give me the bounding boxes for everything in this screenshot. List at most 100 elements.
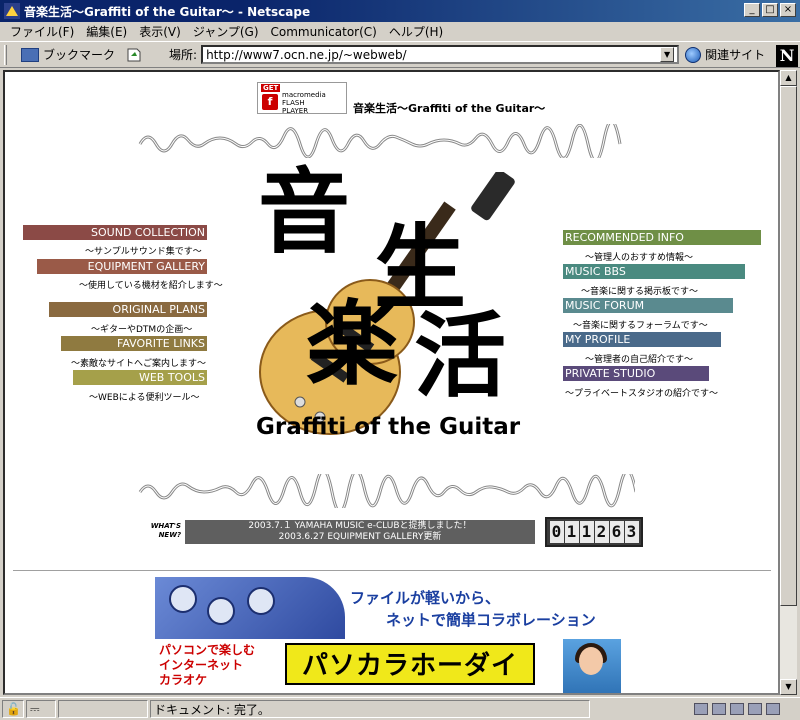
news-item[interactable]: 2003.7.１ YAMAHA MUSIC e-CLUBと提携しました！: [185, 521, 535, 532]
logo-subtitle: Graffiti of the Guitar: [256, 414, 521, 440]
graffiti-scribble-bottom: [138, 474, 635, 508]
nav-desc-sound-collection: 〜サンプルサウンド集です〜: [85, 247, 202, 257]
nav-favorite-links[interactable]: FAVORITE LINKS: [61, 336, 207, 351]
netscape-app-icon: [4, 3, 20, 19]
nav-recommended-info[interactable]: RECOMMENDED INFO: [563, 230, 761, 245]
mail-icon[interactable]: [712, 703, 726, 715]
get-flash-player-badge[interactable]: GET f macromedia FLASH PLAYER: [257, 82, 347, 115]
menu-help[interactable]: ヘルプ(H): [383, 23, 449, 40]
maximize-button[interactable]: □: [762, 3, 778, 17]
banner2-line1: パソコンで楽しむ: [159, 643, 256, 657]
bookmark-icon: [21, 47, 39, 62]
progress-bar: [58, 700, 148, 718]
location-label: 場所:: [169, 48, 198, 62]
nav-music-forum[interactable]: MUSIC FORUM: [563, 298, 733, 313]
counter-digit: 1: [579, 521, 594, 543]
connection-icon: ⎓: [26, 700, 56, 718]
menu-edit[interactable]: 編集(E): [80, 23, 133, 40]
security-lock-icon[interactable]: 🔓: [2, 700, 24, 718]
menu-file[interactable]: ファイル(F): [4, 23, 80, 40]
flash-logo-icon: f: [262, 94, 278, 110]
nav-equipment-gallery[interactable]: EQUIPMENT GALLERY: [37, 259, 207, 274]
access-counter: 0 1 1 2 6 3: [545, 517, 643, 547]
component-bar: [694, 703, 780, 715]
page-proxy-icon[interactable]: [125, 47, 143, 63]
location-toolbar: ブックマーク 場所: http://www7.ocn.ne.jp/~webweb…: [0, 41, 800, 68]
karaoke-ad-banner[interactable]: パソコンで楽しむ インターネット カラオケ パソカラホーダイ: [155, 639, 623, 693]
vertical-scrollbar[interactable]: ▲ ▼: [780, 70, 797, 695]
url-dropdown-icon[interactable]: ▼: [660, 47, 675, 62]
navigator-icon[interactable]: [694, 703, 708, 715]
banner2-tagline: パソコンで楽しむ インターネット カラオケ: [159, 643, 275, 688]
newsgroups-icon[interactable]: [730, 703, 744, 715]
menu-view[interactable]: 表示(V): [133, 23, 187, 40]
singer-face: [579, 647, 603, 675]
page-viewport: GET f macromedia FLASH PLAYER 音楽生活〜Graff…: [3, 70, 780, 695]
globe-icon: [685, 46, 702, 63]
record-button-icon: [247, 587, 275, 615]
netscape-logo[interactable]: N: [776, 45, 798, 67]
nav-desc-equipment-gallery: 〜使用している機材を紹介します〜: [79, 281, 223, 291]
nav-desc-music-bbs: 〜音楽に関する掲示板です〜: [581, 287, 699, 297]
graffiti-scribble-top: [138, 124, 622, 158]
menubar: ファイル(F) 編集(E) 表示(V) ジャンプ(G) Communicator…: [0, 22, 800, 41]
singer-photo: [563, 639, 621, 693]
counter-digit: 0: [549, 521, 564, 543]
nav-desc-original-plans: 〜ギターやDTMの企画〜: [91, 325, 193, 335]
music-player-graphic: [155, 577, 345, 639]
flash-badge-text: macromedia FLASH PLAYER: [282, 91, 326, 115]
nav-sound-collection[interactable]: SOUND COLLECTION: [23, 225, 207, 240]
play-button-icon: [169, 585, 197, 613]
nav-desc-my-profile: 〜管理者の自己紹介です〜: [585, 355, 694, 365]
nav-desc-favorite-links: 〜素敵なサイトへご案内します〜: [71, 359, 207, 369]
menu-go[interactable]: ジャンプ(G): [187, 23, 265, 40]
counter-digit: 1: [564, 521, 579, 543]
close-button[interactable]: ×: [780, 3, 796, 17]
banner1-copy: ファイルが軽いから、 ネットで簡単コラボレーション: [350, 587, 620, 631]
banner2-brand: パソカラホーダイ: [285, 643, 535, 685]
url-text: http://www7.ocn.ne.jp/~webweb/: [206, 47, 407, 62]
menu-communicator[interactable]: Communicator(C): [265, 25, 383, 39]
related-sites-button[interactable]: 関連サイト: [685, 46, 765, 63]
nav-web-tools[interactable]: WEB TOOLS: [73, 370, 207, 385]
banner2-line3: カラオケ: [159, 673, 208, 687]
news-box: 2003.7.１ YAMAHA MUSIC e-CLUBと提携しました！ 200…: [185, 520, 535, 544]
toolbar-grip[interactable]: [4, 44, 7, 65]
scroll-down-arrow-icon[interactable]: ▼: [780, 679, 797, 695]
main-logo: 音 生 楽 活 Graffiti of the Guitar: [250, 164, 540, 452]
scroll-up-arrow-icon[interactable]: ▲: [780, 70, 797, 86]
counter-digit: 6: [609, 521, 624, 543]
nav-desc-web-tools: 〜WEBによる便利ツール〜: [89, 393, 200, 403]
collaboration-ad-banner[interactable]: ファイルが軽いから、 ネットで簡単コラボレーション: [155, 577, 623, 639]
nav-my-profile[interactable]: MY PROFILE: [563, 332, 721, 347]
flash-badge-get: GET: [261, 84, 281, 92]
composer-icon[interactable]: [748, 703, 762, 715]
counter-digit: 3: [624, 521, 639, 543]
scrollbar-thumb[interactable]: [780, 86, 797, 606]
nav-private-studio[interactable]: PRIVATE STUDIO: [563, 366, 709, 381]
logo-kanji-gaku: 楽: [306, 290, 399, 398]
horizontal-rule: [13, 570, 771, 572]
stop-button-icon: [207, 597, 235, 625]
bookmarks-label: ブックマーク: [43, 48, 116, 62]
window-titlebar[interactable]: 音楽生活〜Graffiti of the Guitar〜 - Netscape …: [0, 0, 800, 22]
address-book-icon[interactable]: [766, 703, 780, 715]
nav-original-plans[interactable]: ORIGINAL PLANS: [49, 302, 207, 317]
bookmarks-button[interactable]: ブックマーク: [21, 46, 115, 63]
news-item[interactable]: 2003.6.27 EQUIPMENT GALLERY更新: [185, 532, 535, 543]
logo-kanji-oto: 音: [258, 158, 351, 266]
nav-music-bbs[interactable]: MUSIC BBS: [563, 264, 745, 279]
whats-new-label: WHAT'S NEW?: [150, 522, 181, 539]
nav-desc-private-studio: 〜プライベートスタジオの紹介です〜: [565, 389, 719, 399]
flash-badge-line2: FLASH: [282, 99, 305, 107]
minimize-button[interactable]: _: [744, 3, 760, 17]
status-text: ドキュメント: 完了。: [150, 700, 590, 718]
window-title: 音楽生活〜Graffiti of the Guitar〜 - Netscape: [24, 4, 311, 19]
banner1-line2: ネットで簡単コラボレーション: [386, 611, 596, 629]
url-field[interactable]: http://www7.ocn.ne.jp/~webweb/ ▼: [201, 45, 680, 64]
logo-kanji-katsu: 活: [414, 302, 507, 410]
banner2-line2: インターネット: [159, 658, 244, 672]
flash-badge-line3: PLAYER: [282, 107, 309, 115]
nav-desc-music-forum: 〜音楽に関するフォーラムです〜: [573, 321, 708, 331]
site-title: 音楽生活〜Graffiti of the Guitar〜: [353, 102, 546, 115]
